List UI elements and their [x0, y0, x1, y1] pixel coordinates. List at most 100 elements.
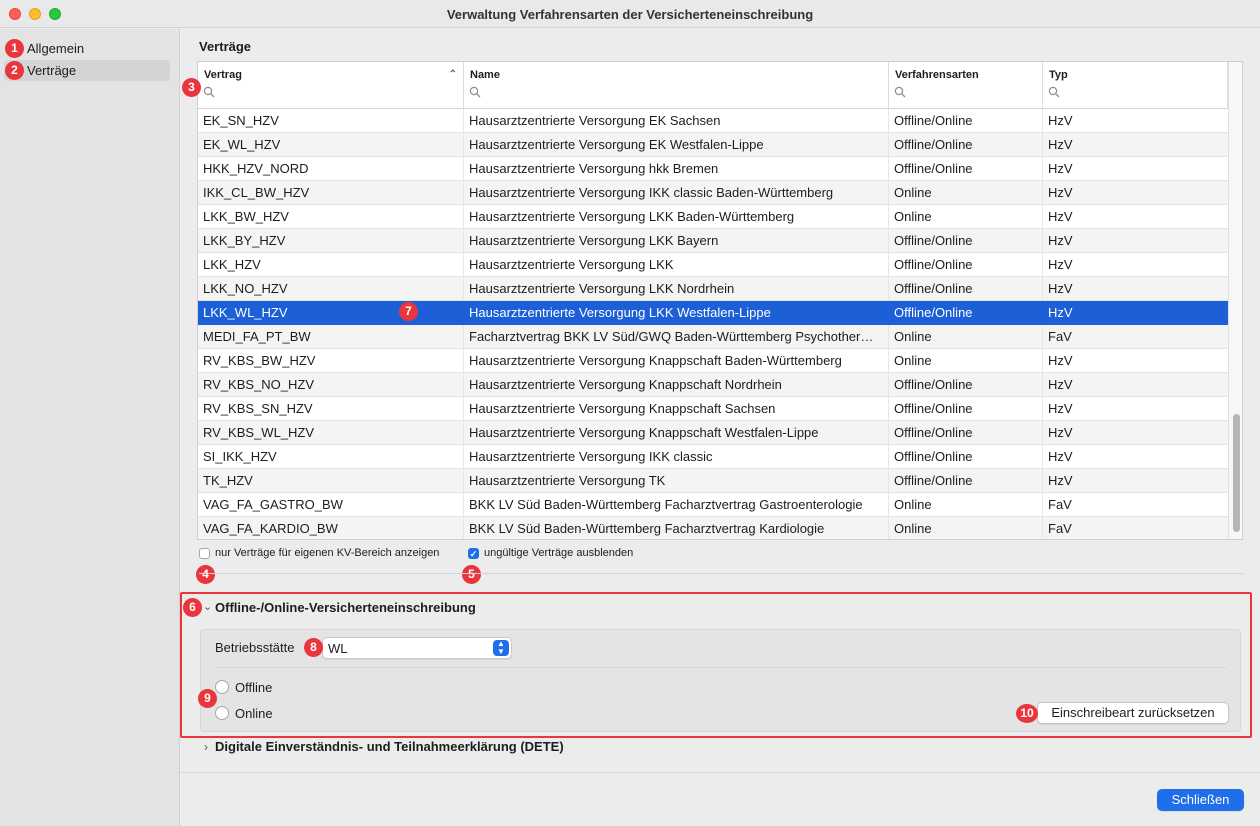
table-row[interactable]: HKK_HZV_NORD Hausarztzentrierte Versorgun…: [198, 157, 1228, 181]
search-icon[interactable]: [469, 86, 481, 98]
table-cell: Hausarztzentrierte Versorgung LKK: [464, 253, 889, 277]
own-kv-label: nur Verträge für eigenen KV-Bereich anze…: [215, 547, 440, 559]
table-cell: Hausarztzentrierte Versorgung IKK classi…: [464, 445, 889, 469]
table-row[interactable]: SI_IKK_HZV Hausarztzentrierte Versorgung …: [198, 445, 1228, 469]
sidebar-item-label: Verträge: [27, 63, 77, 78]
search-icon[interactable]: [1048, 86, 1060, 98]
table-cell: HzV: [1048, 209, 1073, 224]
table-cell: Online: [889, 205, 1043, 229]
table-cell: FaV: [1048, 497, 1072, 512]
contracts-title: Verträge: [199, 39, 252, 54]
table-cell: Hausarztzentrierte Versorgung Knappschaf…: [464, 373, 889, 397]
table-row[interactable]: EK_WL_HZV Hausarztzentrierte Versorgung E…: [198, 133, 1228, 157]
chevron-right-icon[interactable]: ›: [204, 740, 208, 754]
table-cell: Offline/Online: [889, 469, 1043, 493]
table-row[interactable]: LKK_BY_HZV Hausarztzentrierte Versorgung …: [198, 229, 1228, 253]
table-row[interactable]: VAG_FA_KARDIO_BW BKK LV Süd Baden-Württem…: [198, 517, 1228, 539]
table-cell: VAG_FA_GASTRO_BW: [198, 493, 464, 517]
table-cell: Hausarztzentrierte Versorgung LKK Baden-…: [464, 205, 889, 229]
table-row[interactable]: RV_KBS_NO_HZV Hausarztzentrierte Versorgu…: [198, 373, 1228, 397]
table-header: Vertrag ⌃ Name Verfahrensarten Typ: [198, 62, 1242, 109]
select-value: WL: [328, 641, 348, 656]
table-cell: HzV: [1048, 137, 1073, 152]
table-cell: Hausarztzentrierte Versorgung TK: [464, 469, 889, 493]
table-row[interactable]: LKK_HZV Hausarztzentrierte Versorgung LKK…: [198, 253, 1228, 277]
title-bar: Verwaltung Verfahrensarten der Versicher…: [0, 0, 1260, 28]
table-row[interactable]: TK_HZV Hausarztzentrierte Versorgung TK Of…: [198, 469, 1228, 493]
table-cell: Online: [889, 325, 1043, 349]
table-row[interactable]: EK_SN_HZV Hausarztzentrierte Versorgung E…: [198, 109, 1228, 133]
table-row[interactable]: IKK_CL_BW_HZV Hausarztzentrierte Versorgu…: [198, 181, 1228, 205]
column-header-vertrag[interactable]: Vertrag ⌃: [198, 62, 464, 109]
annotation-badge: 4: [196, 565, 215, 584]
table-row[interactable]: RV_KBS_BW_HZV Hausarztzentrierte Versorgu…: [198, 349, 1228, 373]
table-row[interactable]: LKK_WL_HZV Hausarztzentrierte Versorgung …: [198, 301, 1228, 325]
table-row[interactable]: MEDI_FA_PT_BW Facharztvertrag BKK LV Süd/…: [198, 325, 1228, 349]
close-button[interactable]: Schließen: [1157, 789, 1244, 811]
column-header-verfahrensarten[interactable]: Verfahrensarten: [889, 62, 1043, 109]
table-cell: Offline/Online: [889, 109, 1043, 133]
table-cell: HzV: [1048, 113, 1073, 128]
annotation-badge: 1: [5, 39, 24, 58]
table-cell: LKK_BY_HZV: [198, 229, 464, 253]
table-cell: Offline/Online: [889, 397, 1043, 421]
own-kv-checkbox[interactable]: [199, 548, 210, 559]
table-cell: Offline/Online: [889, 229, 1043, 253]
sidebar-item-allgemein[interactable]: Allgemein: [4, 38, 170, 59]
table-cell: BKK LV Süd Baden-Württemberg Facharztver…: [464, 517, 889, 539]
table-cell: Offline/Online: [889, 133, 1043, 157]
table-cell: HzV: [1048, 281, 1073, 296]
hide-invalid-checkbox[interactable]: ✓: [468, 548, 479, 559]
radio-online[interactable]: [215, 706, 229, 720]
table-cell: EK_SN_HZV: [198, 109, 464, 133]
table-cell: Hausarztzentrierte Versorgung Knappschaf…: [464, 421, 889, 445]
table-cell: LKK_HZV: [198, 253, 464, 277]
annotation-badge: 6: [183, 598, 202, 617]
table-row[interactable]: RV_KBS_WL_HZV Hausarztzentrierte Versorgu…: [198, 421, 1228, 445]
enrollment-title[interactable]: Offline-/Online-Versicherteneinschreibun…: [215, 600, 476, 615]
table-cell: HzV: [1048, 401, 1073, 416]
search-icon[interactable]: [203, 86, 215, 98]
annotation-badge: 2: [5, 61, 24, 80]
annotation-badge: 5: [462, 565, 481, 584]
column-header-name[interactable]: Name: [464, 62, 889, 109]
annotation-badge: 7: [399, 302, 418, 321]
radio-offline-label: Offline: [235, 680, 273, 695]
reset-enrollment-button[interactable]: Einschreibeart zurücksetzen: [1037, 702, 1229, 724]
search-icon[interactable]: [894, 86, 906, 98]
table-cell: MEDI_FA_PT_BW: [198, 325, 464, 349]
chevron-down-icon[interactable]: ⌄: [203, 600, 212, 613]
table-cell: Offline/Online: [889, 253, 1043, 277]
table-cell: HzV: [1048, 449, 1073, 464]
table-row[interactable]: VAG_FA_GASTRO_BW BKK LV Süd Baden-Württem…: [198, 493, 1228, 517]
table-cell: HzV: [1048, 473, 1073, 488]
annotation-badge: 9: [198, 689, 217, 708]
table-cell: VAG_FA_KARDIO_BW: [198, 517, 464, 539]
column-header-label: Vertrag: [204, 69, 242, 81]
table-cell: HzV: [1048, 353, 1073, 368]
table-cell: Facharztvertrag BKK LV Süd/GWQ Baden-Wür…: [464, 325, 889, 349]
updown-chevron-icon: ▲ ▼: [493, 640, 509, 656]
section-divider: [199, 573, 1243, 574]
table-cell: RV_KBS_SN_HZV: [198, 397, 464, 421]
table-row[interactable]: RV_KBS_SN_HZV Hausarztzentrierte Versorgu…: [198, 397, 1228, 421]
sort-ascending-icon: ⌃: [448, 69, 457, 80]
scrollbar-thumb[interactable]: [1233, 414, 1240, 532]
table-row[interactable]: LKK_NO_HZV Hausarztzentrierte Versorgung …: [198, 277, 1228, 301]
table-cell: EK_WL_HZV: [198, 133, 464, 157]
betriebsstaette-select[interactable]: WL ▲ ▼: [322, 637, 512, 659]
table-cell: TK_HZV: [198, 469, 464, 493]
table-cell: Offline/Online: [889, 421, 1043, 445]
table-cell: Hausarztzentrierte Versorgung LKK Bayern: [464, 229, 889, 253]
sidebar-item-label: Allgemein: [27, 41, 85, 56]
table-scrollbar[interactable]: [1228, 62, 1242, 539]
sidebar-item-vertraege[interactable]: Verträge: [4, 60, 170, 81]
radio-offline[interactable]: [215, 680, 229, 694]
table-cell: LKK_BW_HZV: [198, 205, 464, 229]
dete-title[interactable]: Digitale Einverständnis- und Teilnahmeer…: [215, 739, 564, 754]
table-row[interactable]: LKK_BW_HZV Hausarztzentrierte Versorgung …: [198, 205, 1228, 229]
table-cell: Online: [889, 493, 1043, 517]
contracts-table: Vertrag ⌃ Name Verfahrensarten Typ EK_SN…: [197, 61, 1243, 540]
table-cell: Offline/Online: [889, 445, 1043, 469]
column-header-typ[interactable]: Typ: [1043, 62, 1228, 109]
